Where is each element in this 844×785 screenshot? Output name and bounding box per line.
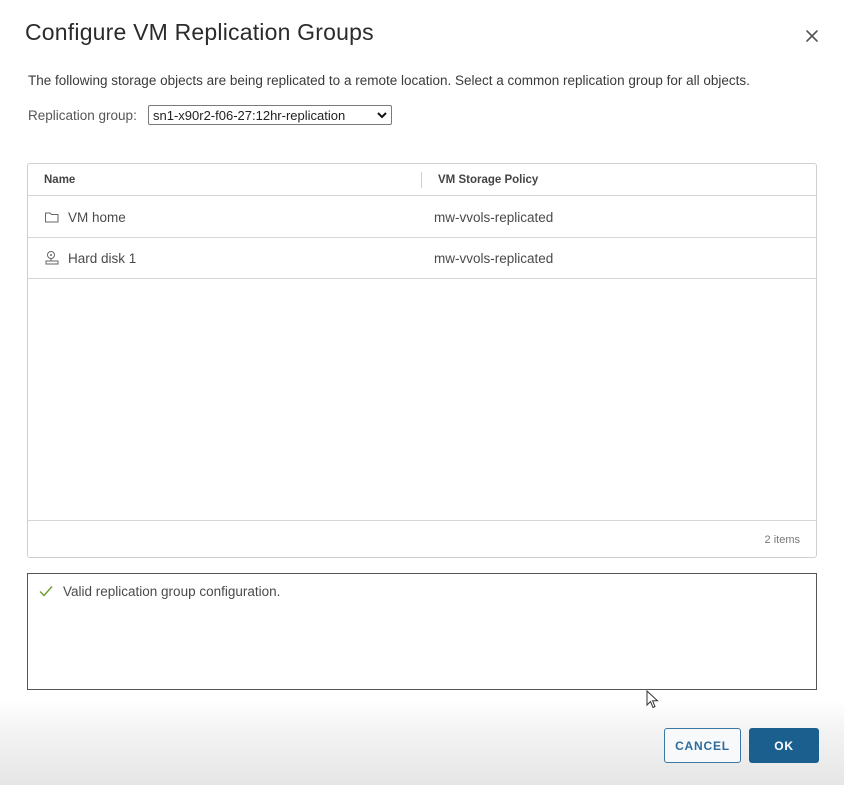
row-name: VM home — [68, 210, 126, 225]
table-row[interactable]: VM home mw-vvols-replicated — [28, 197, 816, 238]
dialog-description: The following storage objects are being … — [28, 73, 750, 88]
column-header-policy[interactable]: VM Storage Policy — [438, 174, 538, 186]
validation-message: Valid replication group configuration. — [63, 584, 281, 599]
grid-footer: 2 items — [28, 520, 816, 557]
item-count: 2 items — [764, 534, 800, 546]
replication-group-label: Replication group: — [28, 108, 137, 123]
row-policy: mw-vvols-replicated — [434, 251, 554, 266]
folder-icon — [45, 212, 59, 223]
chevron-down-icon — [377, 112, 387, 119]
grid-header: Name VM Storage Policy — [28, 164, 816, 196]
storage-objects-grid: Name VM Storage Policy VM home mw-vvols-… — [27, 163, 817, 558]
close-button[interactable] — [800, 24, 824, 48]
column-resize-handle[interactable] — [421, 172, 422, 188]
table-row[interactable]: Hard disk 1 mw-vvols-replicated — [28, 238, 816, 279]
hard-disk-icon — [45, 251, 59, 265]
mouse-cursor-icon — [646, 690, 659, 709]
column-header-name[interactable]: Name — [44, 174, 75, 186]
row-name: Hard disk 1 — [68, 251, 137, 266]
validation-panel: Valid replication group configuration. — [27, 573, 817, 690]
configure-replication-dialog: Configure VM Replication Groups The foll… — [0, 0, 844, 785]
replication-group-value: sn1-x90r2-f06-27:12hr-replication — [153, 107, 346, 123]
cancel-button[interactable]: CANCEL — [664, 728, 741, 763]
close-icon — [806, 30, 818, 42]
ok-button[interactable]: OK — [749, 728, 819, 763]
dialog-title: Configure VM Replication Groups — [25, 19, 374, 45]
check-icon — [39, 586, 53, 597]
row-policy: mw-vvols-replicated — [434, 210, 554, 225]
replication-group-select[interactable]: sn1-x90r2-f06-27:12hr-replication — [148, 105, 392, 125]
